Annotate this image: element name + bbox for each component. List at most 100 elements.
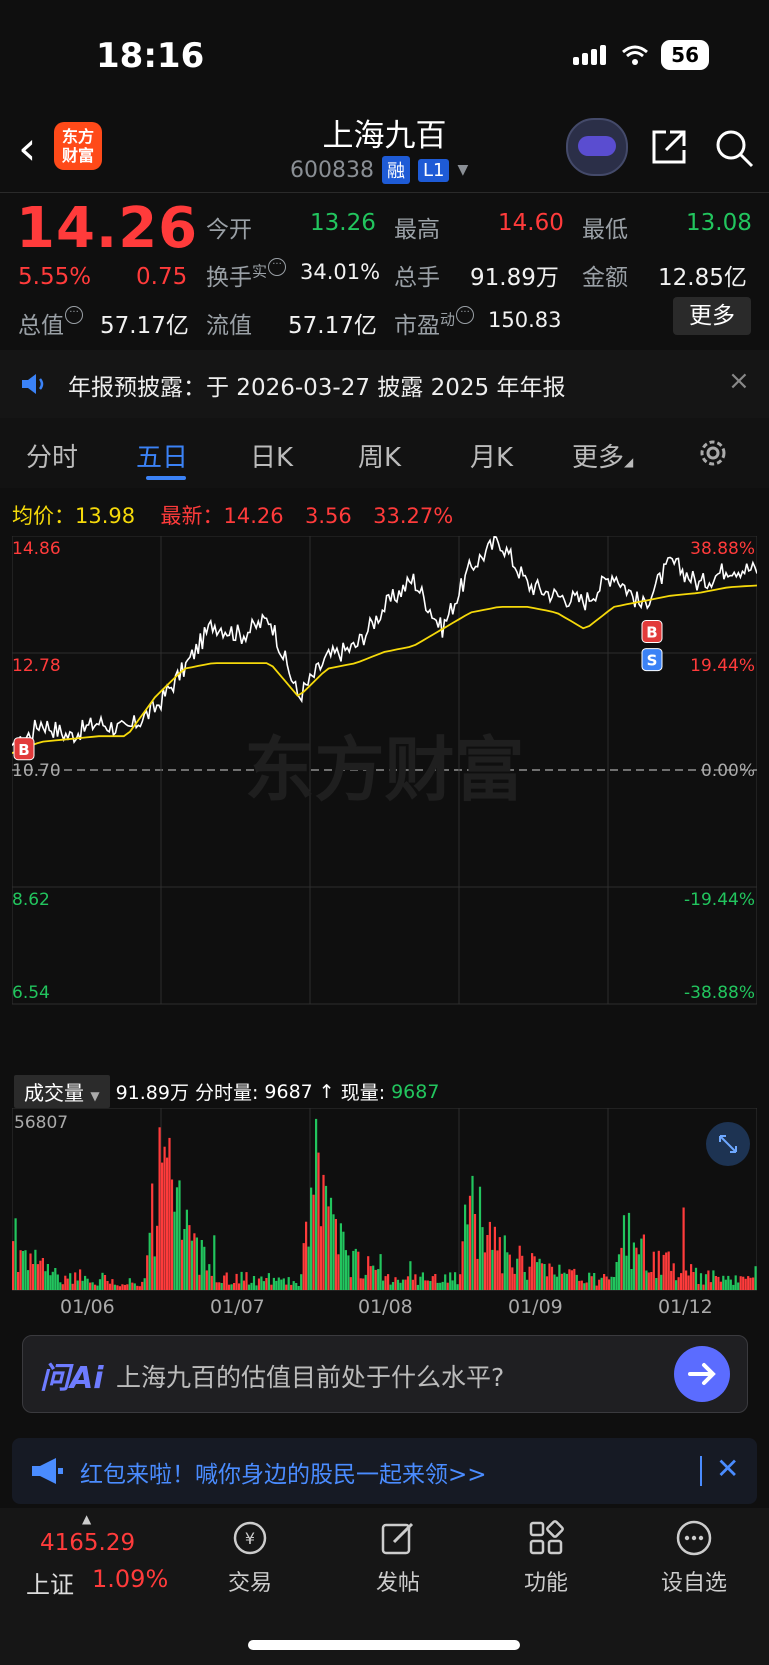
volume-bar bbox=[49, 1275, 52, 1290]
volume-bar bbox=[722, 1275, 725, 1290]
expand-icon[interactable] bbox=[706, 1122, 750, 1166]
tab-more[interactable]: 更多◢ bbox=[572, 437, 633, 474]
volume-bar bbox=[21, 1251, 25, 1290]
ai-prompt-text[interactable]: 上海九百的估值目前处于什么水平? bbox=[116, 1358, 504, 1394]
volume-bar bbox=[553, 1274, 556, 1290]
more-button[interactable]: 更多 bbox=[673, 297, 751, 335]
share-icon[interactable] bbox=[650, 128, 688, 166]
stock-code-row[interactable]: 600838 融 L1 ▼ bbox=[290, 156, 468, 184]
volume-bar bbox=[166, 1157, 169, 1290]
volume-bar bbox=[719, 1281, 722, 1290]
sh-index-value[interactable]: 4165.29 bbox=[40, 1530, 135, 1556]
volume-bar bbox=[493, 1226, 496, 1290]
trade-marker-label: B bbox=[18, 741, 29, 759]
volume-bar bbox=[86, 1278, 89, 1290]
volume-bar bbox=[632, 1242, 635, 1290]
volume-bar bbox=[228, 1284, 231, 1290]
tab-monthly-k[interactable]: 月K bbox=[470, 437, 513, 474]
volume-bar bbox=[329, 1197, 333, 1290]
volume-bar bbox=[685, 1270, 688, 1290]
volume-bar bbox=[131, 1282, 134, 1290]
info-icon[interactable]: ··· bbox=[65, 306, 83, 324]
y-tick-right: -19.44% bbox=[684, 890, 755, 910]
nav-post[interactable]: 发帖 bbox=[348, 1565, 448, 1597]
volume-bar bbox=[89, 1282, 92, 1290]
search-icon[interactable] bbox=[714, 128, 754, 168]
volume-bar bbox=[312, 1194, 315, 1290]
tab-fenshi[interactable]: 分时 bbox=[26, 437, 78, 474]
volume-bar bbox=[548, 1263, 551, 1290]
volume-bar bbox=[270, 1284, 273, 1290]
volume-bar bbox=[223, 1275, 226, 1290]
volume-bar bbox=[739, 1276, 742, 1290]
volume-bar bbox=[506, 1252, 509, 1290]
volume-bar bbox=[354, 1248, 357, 1290]
volume-bar bbox=[200, 1240, 203, 1290]
volume-bar bbox=[690, 1264, 693, 1290]
trade-icon[interactable]: ¥ bbox=[230, 1518, 270, 1558]
series-line-price bbox=[12, 536, 757, 758]
volume-bar bbox=[69, 1273, 72, 1290]
float-value: 57.17亿 bbox=[288, 313, 377, 339]
volume-bar bbox=[414, 1274, 417, 1290]
volume-bar bbox=[503, 1235, 506, 1290]
info-icon[interactable]: ··· bbox=[268, 258, 287, 276]
trade-marker-label: B bbox=[646, 624, 657, 642]
volume-bar bbox=[396, 1279, 400, 1290]
nav-watchlist-settings[interactable]: 设自选 bbox=[644, 1565, 744, 1597]
ai-send-button[interactable] bbox=[674, 1346, 730, 1402]
volume-bar bbox=[677, 1277, 680, 1290]
nav-trade[interactable]: 交易 bbox=[200, 1565, 300, 1597]
y-tick-right: 0.00% bbox=[701, 761, 755, 781]
volume-chart[interactable]: 56807 bbox=[12, 1108, 757, 1292]
gear-icon[interactable] bbox=[696, 436, 730, 470]
promo-text[interactable]: 红包来啦！喊你身边的股民一起来领>> bbox=[80, 1455, 487, 1489]
watermark: 东方财富 bbox=[245, 729, 525, 811]
volume-bar bbox=[486, 1235, 489, 1290]
mktcap-value: 57.17亿 bbox=[100, 313, 189, 339]
volume-bar bbox=[180, 1239, 184, 1290]
volume-bar bbox=[123, 1284, 126, 1290]
tab-wuri[interactable]: 五日 bbox=[136, 437, 188, 474]
volume-bar bbox=[476, 1258, 479, 1290]
chevron-down-icon: ▼ bbox=[457, 162, 469, 178]
volume-bar bbox=[657, 1250, 660, 1290]
volume-bar bbox=[81, 1280, 84, 1290]
sh-index-name[interactable]: 上证 bbox=[26, 1565, 74, 1600]
volume-bar bbox=[121, 1284, 124, 1290]
level1-tag: L1 bbox=[417, 158, 450, 182]
more-dots-icon[interactable] bbox=[674, 1518, 714, 1558]
volume-bar bbox=[225, 1272, 228, 1290]
grid-icon[interactable] bbox=[526, 1518, 566, 1558]
robot-assistant-icon[interactable] bbox=[566, 118, 628, 176]
volume-bar bbox=[516, 1258, 519, 1290]
volume-bar bbox=[334, 1219, 337, 1290]
date-label: 01/08 bbox=[358, 1296, 413, 1318]
notice-close-button[interactable]: × bbox=[728, 366, 750, 396]
volume-bar bbox=[218, 1282, 221, 1290]
promo-close-button[interactable]: ✕ bbox=[716, 1452, 739, 1485]
sh-index-change[interactable]: 1.09% bbox=[92, 1565, 168, 1593]
volume-bar bbox=[349, 1277, 352, 1290]
chevron-up-icon[interactable]: ▲ bbox=[82, 1512, 91, 1526]
tab-weekly-k[interactable]: 周K bbox=[358, 437, 401, 474]
volume-bar bbox=[133, 1283, 136, 1290]
compose-icon[interactable] bbox=[378, 1518, 418, 1558]
home-indicator[interactable] bbox=[248, 1640, 520, 1650]
info-icon[interactable]: ··· bbox=[456, 306, 475, 324]
open-value: 13.26 bbox=[310, 210, 376, 236]
nav-functions[interactable]: 功能 bbox=[496, 1565, 596, 1597]
volume-bar bbox=[585, 1282, 588, 1290]
volume-bar bbox=[727, 1275, 730, 1290]
volume-bar bbox=[156, 1225, 159, 1290]
volume-bar bbox=[404, 1279, 407, 1290]
volume-bar bbox=[734, 1275, 737, 1290]
volume-indicator-dropdown[interactable]: 成交量 ▼ bbox=[14, 1075, 110, 1108]
volume-bar bbox=[543, 1264, 546, 1290]
tab-daily-k[interactable]: 日K bbox=[250, 437, 293, 474]
volume-bar bbox=[66, 1278, 69, 1290]
intraday-5day-chart[interactable]: 东方财富 14.86 38.88% 12.78 19.44% 10.70 0.00% 8.62… bbox=[12, 536, 757, 1070]
volume-bar bbox=[409, 1261, 412, 1290]
volume-bar bbox=[595, 1285, 598, 1290]
volume-header: 成交量 ▼ 91.89万 分时量: 9687 ↑ 现量: 9687 bbox=[14, 1075, 439, 1108]
